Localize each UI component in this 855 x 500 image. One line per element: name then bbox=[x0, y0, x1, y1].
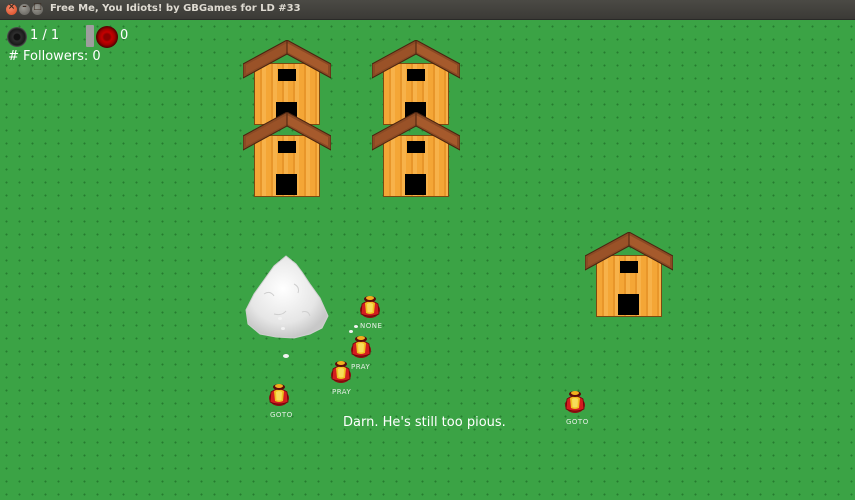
dark-orb-icon bbox=[7, 27, 27, 47]
red-orb-icon bbox=[96, 26, 118, 48]
meter-bar-icon bbox=[86, 25, 94, 47]
house-window bbox=[407, 141, 425, 153]
villager-status-label: GOTO bbox=[270, 411, 293, 419]
house-window bbox=[278, 141, 296, 153]
house-icon[interactable] bbox=[585, 232, 673, 318]
game-message: Darn. He's still too pious. bbox=[343, 415, 506, 430]
house-icon[interactable] bbox=[372, 112, 460, 198]
followers-counter: # Followers: 0 bbox=[8, 49, 101, 64]
window-title: Free Me, You Idiots! by GBGames for LD #… bbox=[50, 3, 301, 14]
close-window-button[interactable]: × bbox=[6, 2, 17, 15]
house-icon[interactable] bbox=[243, 112, 331, 198]
villager-icon[interactable] bbox=[268, 382, 290, 406]
game-canvas[interactable]: 1 / 1 0 # Followers: 0 NONE PRAY PRAY GO… bbox=[0, 20, 855, 500]
maximize-window-button[interactable]: □ bbox=[32, 2, 43, 15]
house-door bbox=[618, 294, 639, 315]
villager-icon[interactable] bbox=[359, 294, 381, 318]
pebble bbox=[283, 354, 289, 358]
pebble bbox=[278, 317, 282, 320]
villager-icon[interactable] bbox=[564, 389, 586, 413]
house-window bbox=[407, 69, 425, 81]
villager-icon[interactable] bbox=[350, 334, 372, 358]
villager-status-label: NONE bbox=[360, 322, 383, 330]
rock-icon[interactable] bbox=[244, 254, 330, 340]
house-door bbox=[276, 174, 297, 195]
villager-status-label: PRAY bbox=[351, 363, 371, 371]
house-window bbox=[620, 261, 638, 273]
villager-icon[interactable] bbox=[330, 359, 352, 383]
villager-status-label: PRAY bbox=[332, 388, 352, 396]
minimize-window-button[interactable]: – bbox=[19, 2, 30, 15]
orb-count: 1 / 1 bbox=[30, 28, 60, 43]
pebble bbox=[281, 327, 285, 330]
red-count: 0 bbox=[120, 28, 129, 43]
pebble bbox=[349, 330, 353, 333]
window-titlebar: × – □ Free Me, You Idiots! by GBGames fo… bbox=[0, 0, 855, 20]
villager-status-label: GOTO bbox=[566, 418, 589, 426]
house-door bbox=[405, 174, 426, 195]
house-window bbox=[278, 69, 296, 81]
pebble bbox=[354, 325, 358, 328]
